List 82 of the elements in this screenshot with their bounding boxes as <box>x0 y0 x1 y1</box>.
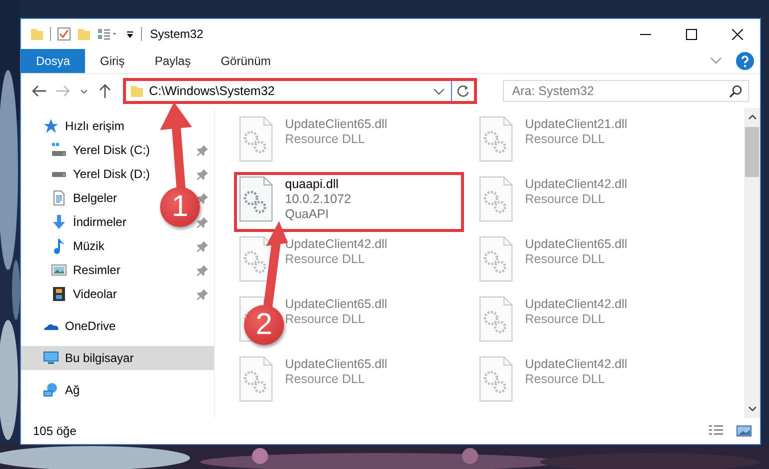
file-detail: Resource DLL <box>525 252 606 266</box>
ribbon-tab[interactable]: Görünüm <box>206 49 286 73</box>
item-count: 105 öğe <box>33 424 76 438</box>
picture-icon <box>51 262 67 278</box>
scrollbar[interactable] <box>744 108 760 418</box>
pin-icon[interactable] <box>197 264 208 276</box>
file-detail: Resource DLL <box>525 372 606 386</box>
chevron-down-icon[interactable] <box>710 57 722 65</box>
pin-icon[interactable] <box>197 216 208 228</box>
gear-file-icon <box>239 236 273 282</box>
drive-icon <box>51 142 67 158</box>
file-name[interactable]: UpdateClient65.dll <box>525 237 628 251</box>
file-name[interactable]: UpdateClient21.dll <box>525 117 628 131</box>
file-detail: Resource DLL <box>285 132 366 146</box>
scroll-up-icon[interactable] <box>748 113 756 122</box>
sidebar-item[interactable]: Hızlı erişim <box>21 114 214 138</box>
back-arrow-icon[interactable] <box>31 83 47 99</box>
gear-file-icon <box>479 236 513 282</box>
star-icon <box>43 118 59 134</box>
file-detail: 10.0.2.1072 <box>285 192 352 206</box>
scroll-down-icon[interactable] <box>748 404 756 413</box>
document-icon <box>51 190 67 206</box>
large-icons-view-icon[interactable] <box>736 424 752 438</box>
sidebar-item[interactable]: Yerel Disk (C:) <box>21 138 154 162</box>
ribbon-tab[interactable]: Dosya <box>21 49 86 73</box>
gear-file-icon <box>479 176 513 222</box>
search-icon[interactable] <box>729 85 742 98</box>
sidebar-item[interactable]: Resimler <box>21 258 124 282</box>
file-name[interactable]: quaapi.dll <box>285 177 352 191</box>
gear-file-icon <box>239 176 273 222</box>
window-title: System32 <box>150 27 204 41</box>
ribbon-tab[interactable]: Paylaş <box>140 49 206 73</box>
close-icon <box>732 28 742 40</box>
file-name[interactable]: UpdateClient65.dll <box>285 297 388 311</box>
computer-icon <box>43 350 59 366</box>
file-detail: QuaAPI <box>285 207 330 221</box>
sidebar-item[interactable]: Videolar <box>21 282 121 306</box>
file-name[interactable]: UpdateClient42.dll <box>525 177 628 191</box>
pin-icon[interactable] <box>197 168 208 180</box>
checklist-icon[interactable] <box>57 26 71 42</box>
scroll-thumb[interactable] <box>745 127 759 177</box>
sidebar-item[interactable]: OneDrive <box>21 314 214 338</box>
file-detail: Resource DLL <box>285 372 366 386</box>
file-detail: Resource DLL <box>525 132 606 146</box>
file-name[interactable]: UpdateClient65.dll <box>285 357 388 371</box>
sidebar-item[interactable]: Yerel Disk (D:) <box>21 162 154 186</box>
gear-file-icon <box>479 296 513 342</box>
pin-icon[interactable] <box>197 144 208 156</box>
folder-icon <box>131 86 143 96</box>
file-name[interactable]: UpdateClient42.dll <box>525 297 628 311</box>
file-detail: Resource DLL <box>285 252 366 266</box>
sidebar-item[interactable]: Belgeler <box>21 186 122 210</box>
up-arrow-icon[interactable] <box>97 83 113 99</box>
file-detail: Resource DLL <box>525 192 606 206</box>
pin-icon[interactable] <box>197 192 208 204</box>
address-bar[interactable]: C:\Windows\System32 <box>125 80 475 102</box>
sidebar-item[interactable]: Müzik <box>21 234 108 258</box>
gear-file-icon <box>239 116 273 162</box>
file-name[interactable]: UpdateClient42.dll <box>285 237 388 251</box>
film-icon <box>51 286 67 302</box>
maximize-icon <box>686 28 696 40</box>
network-icon <box>43 382 59 398</box>
pin-icon[interactable] <box>197 288 208 300</box>
search-field[interactable]: Ara: System32 <box>503 80 749 102</box>
sidebar-item[interactable]: Ağ <box>21 378 214 402</box>
download-icon <box>51 214 67 230</box>
gear-file-icon <box>479 356 513 402</box>
sidebar-item[interactable]: Bu bilgisayar <box>21 346 214 370</box>
file-detail: Resource DLL <box>285 312 366 326</box>
drive-icon <box>51 170 67 178</box>
refresh-icon[interactable] <box>456 84 470 98</box>
gear-file-icon <box>479 116 513 162</box>
file-name[interactable]: UpdateClient65.dll <box>285 117 388 131</box>
gear-file-icon <box>239 356 273 402</box>
properties-icon[interactable] <box>97 26 119 42</box>
help-icon[interactable] <box>736 52 754 70</box>
file-name[interactable]: UpdateClient42.dll <box>525 357 628 371</box>
sidebar-item[interactable]: İndirmeler <box>21 210 130 234</box>
ribbon-tab[interactable]: Giriş <box>85 49 140 73</box>
pin-icon[interactable] <box>197 240 208 252</box>
dropdown-caret-icon[interactable] <box>433 88 445 94</box>
file-detail: Resource DLL <box>525 312 606 326</box>
